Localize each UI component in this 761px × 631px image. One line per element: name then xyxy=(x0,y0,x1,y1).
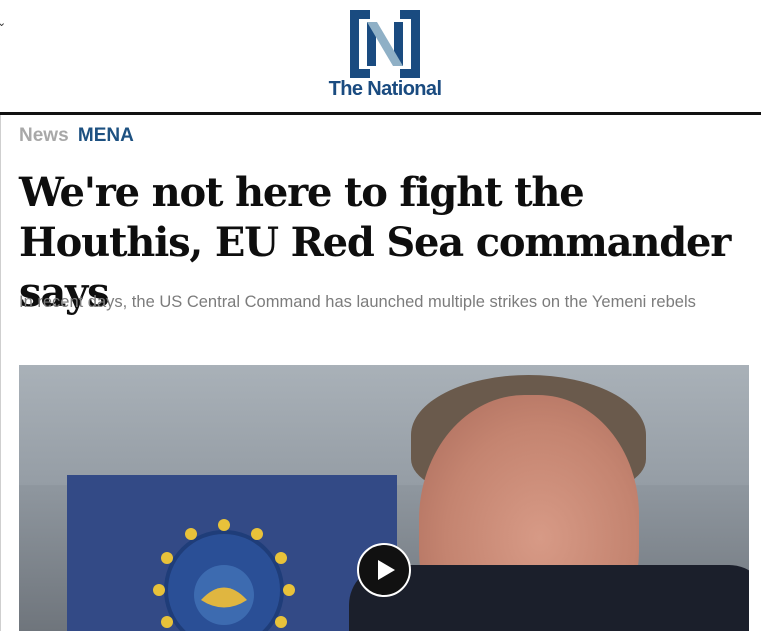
eu-stars-emblem-icon xyxy=(153,519,295,631)
breadcrumb-mena-link[interactable]: MENA xyxy=(78,125,134,146)
header-divider xyxy=(0,112,761,115)
the-national-n-logo-icon xyxy=(350,10,420,78)
article-subtitle: In recent days, the US Central Command h… xyxy=(19,293,696,311)
breadcrumb: News MENA xyxy=(19,124,134,148)
breadcrumb-news-link[interactable]: News xyxy=(19,125,69,146)
site-logo[interactable]: The National xyxy=(318,10,452,102)
site-header: The National xyxy=(0,0,761,112)
logo-wordmark: The National xyxy=(328,78,442,100)
content-border xyxy=(0,115,1,631)
video-play-button[interactable] xyxy=(357,543,411,597)
play-icon xyxy=(378,560,395,580)
